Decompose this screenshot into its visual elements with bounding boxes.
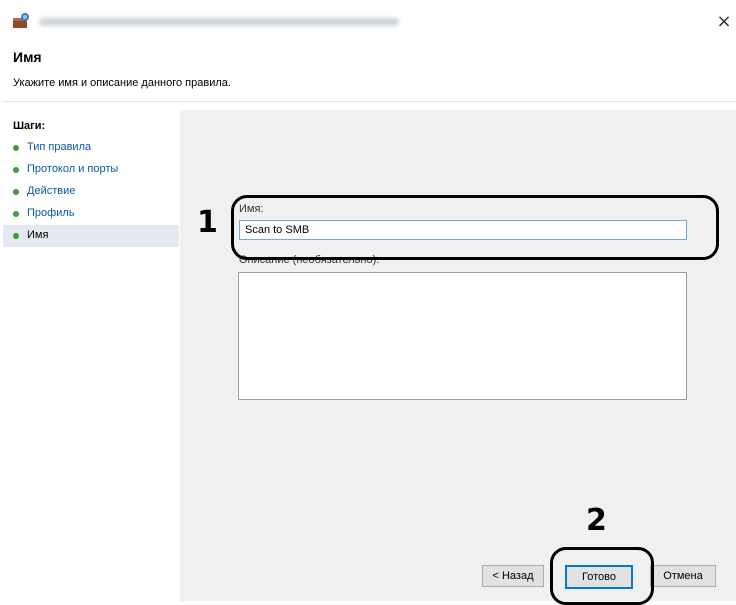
window-title-blurred: [39, 18, 399, 26]
step-bullet-icon: [13, 189, 19, 195]
cancel-button[interactable]: Отмена: [650, 565, 716, 587]
step-rule-type[interactable]: Тип правила: [3, 137, 179, 159]
callout-number-1: 1: [197, 205, 218, 240]
step-label: Протокол и порты: [27, 163, 119, 175]
step-bullet-icon: [13, 211, 19, 217]
finish-button[interactable]: Готово: [565, 565, 633, 589]
description-textarea[interactable]: [238, 272, 687, 400]
step-profile[interactable]: Профиль: [3, 203, 179, 225]
step-name[interactable]: Имя: [3, 225, 179, 247]
name-input-value: Scan to SMB: [245, 224, 310, 236]
steps-title: Шаги:: [13, 120, 46, 132]
firewall-wizard-icon: [13, 13, 29, 28]
step-action[interactable]: Действие: [3, 181, 179, 203]
title-bar: ×: [3, 0, 736, 40]
steps-pane: Шаги: Тип правила Протокол и порты Дейст…: [3, 110, 179, 601]
step-bullet-icon: [13, 233, 19, 239]
step-label: Действие: [27, 185, 76, 197]
page-subtitle: Укажите имя и описание данного правила.: [13, 77, 231, 89]
content-pane: Имя: Scan to SMB Описание (необязательно…: [180, 110, 736, 601]
description-field-label: Описание (необязательно):: [239, 254, 380, 266]
back-button[interactable]: < Назад: [482, 565, 544, 587]
step-label: Тип правила: [27, 141, 92, 153]
name-field-label: Имя:: [239, 203, 264, 215]
callout-number-2: 2: [586, 503, 607, 538]
step-protocol-ports[interactable]: Протокол и порты: [3, 159, 179, 181]
step-label: Имя: [27, 229, 49, 241]
page-title: Имя: [13, 49, 42, 65]
header-divider: [3, 101, 736, 102]
step-label: Профиль: [27, 207, 75, 219]
name-input[interactable]: Scan to SMB: [239, 220, 687, 240]
close-icon[interactable]: ×: [714, 12, 734, 32]
step-bullet-icon: [13, 167, 19, 173]
step-bullet-icon: [13, 145, 19, 151]
